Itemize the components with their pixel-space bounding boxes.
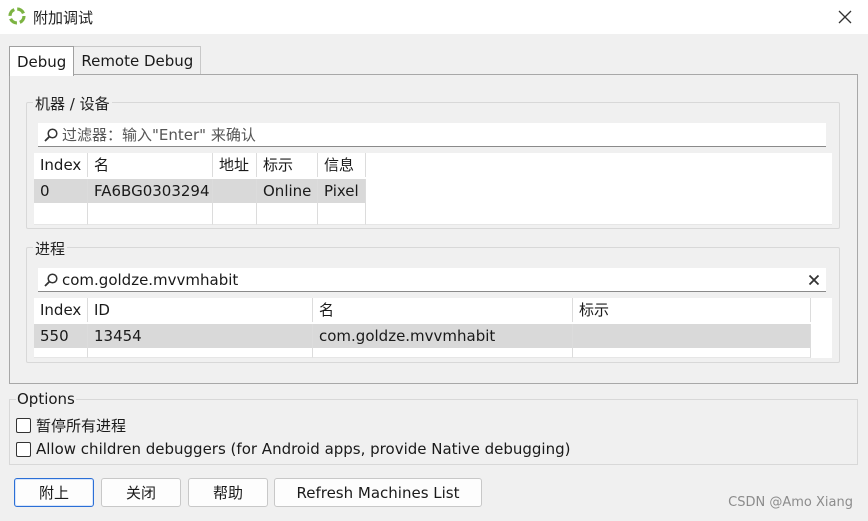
pause-all-label: 暂停所有进程	[36, 417, 127, 435]
options-group-title: Options	[16, 390, 76, 408]
machines-filter-placeholder: 过滤器：输入"Enter" 来确认	[62, 126, 256, 144]
column-header[interactable]: 名	[313, 298, 573, 322]
refresh-machines-button[interactable]: Refresh Machines List	[274, 478, 482, 507]
table-row[interactable]: 550 13454 com.goldze.mvvmhabit	[34, 324, 811, 348]
empty-cell	[213, 203, 257, 225]
allow-children-checkbox[interactable]	[16, 441, 31, 457]
empty-cell	[88, 203, 213, 225]
help-button[interactable]: 帮助	[188, 478, 268, 507]
attach-button[interactable]: 附上	[14, 478, 94, 507]
column-header[interactable]: 标示	[257, 153, 318, 177]
column-header[interactable]: Index	[34, 298, 88, 322]
column-header[interactable]: ID	[88, 298, 313, 322]
processes-group-title: 进程	[33, 238, 68, 259]
empty-cell	[366, 203, 832, 225]
table-cell: 550	[34, 324, 88, 348]
title-bar: 附加调试	[0, 0, 868, 34]
machines-filter-input[interactable]: 过滤器：输入"Enter" 来确认	[38, 123, 826, 147]
machines-table: Index 名 地址 标示 信息 0 FA6BG0303294 Online P…	[34, 153, 832, 225]
table-cell: 13454	[88, 324, 313, 348]
empty-cell	[34, 348, 88, 358]
tab-bar: Debug Remote Debug	[9, 46, 202, 76]
table-cell: 0	[34, 179, 88, 203]
empty-cell	[88, 348, 313, 358]
empty-cell	[318, 203, 366, 225]
table-row[interactable]: 0 FA6BG0303294 Online Pixel	[34, 179, 366, 203]
close-icon	[838, 10, 852, 24]
close-dialog-button[interactable]: 关闭	[101, 478, 181, 507]
table-cell	[573, 324, 811, 348]
search-icon	[44, 272, 58, 287]
watermark: CSDN @Amo Xiang	[728, 495, 853, 510]
process-filter-input[interactable]: com.goldze.mvvmhabit	[38, 268, 826, 292]
column-header[interactable]: 名	[88, 153, 213, 177]
clear-icon[interactable]	[808, 274, 820, 286]
empty-table-row	[34, 348, 811, 358]
empty-table-row	[34, 203, 832, 225]
tab-debug[interactable]: Debug	[9, 46, 75, 76]
table-cell: com.goldze.mvvmhabit	[313, 324, 573, 348]
empty-cell	[573, 348, 811, 358]
table-cell: FA6BG0303294	[88, 179, 213, 203]
machines-group-title: 机器 / 设备	[33, 93, 112, 114]
app-logo-icon	[8, 7, 26, 25]
allow-children-label: Allow children debuggers (for Android ap…	[36, 440, 571, 458]
processes-table-header: Index ID 名 标示	[34, 298, 811, 322]
pause-all-checkbox[interactable]	[16, 418, 31, 433]
table-cell: Pixel	[318, 179, 366, 203]
table-cell	[213, 179, 257, 203]
processes-table: Index ID 名 标示 550 13454 com.goldze.mvvmh…	[34, 298, 832, 358]
column-header[interactable]: 地址	[213, 153, 257, 177]
tab-remote-debug[interactable]: Remote Debug	[73, 46, 202, 75]
machines-table-header: Index 名 地址 标示 信息	[34, 153, 366, 177]
empty-cell	[257, 203, 318, 225]
empty-cell	[34, 203, 88, 225]
column-header[interactable]: 标示	[573, 298, 811, 322]
table-cell: Online	[257, 179, 318, 203]
window-title: 附加调试	[33, 9, 94, 27]
column-header[interactable]: Index	[34, 153, 88, 177]
pause-all-processes-option[interactable]: 暂停所有进程	[16, 415, 126, 436]
empty-cell	[313, 348, 573, 358]
search-icon	[44, 127, 58, 142]
allow-children-debuggers-option[interactable]: Allow children debuggers (for Android ap…	[16, 440, 570, 458]
close-button[interactable]	[822, 0, 868, 34]
process-filter-value: com.goldze.mvvmhabit	[62, 270, 239, 289]
column-header[interactable]: 信息	[318, 153, 366, 177]
